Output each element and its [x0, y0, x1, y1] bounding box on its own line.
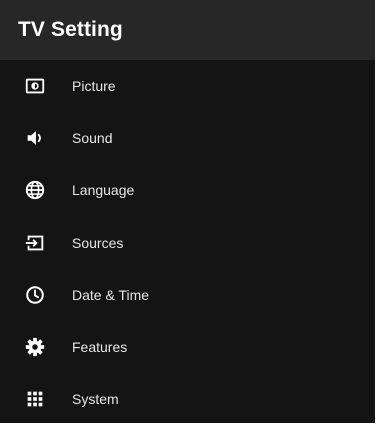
menu-item-label: Date & Time	[72, 287, 150, 303]
speaker-icon	[24, 127, 46, 149]
clock-icon	[24, 284, 46, 306]
grid-icon	[24, 388, 46, 410]
gear-icon	[24, 336, 46, 358]
menu-item-label: System	[72, 391, 119, 407]
menu-item-language[interactable]: Language	[0, 170, 375, 210]
tv-setting-panel: TV Setting Picture Sound Language Source…	[0, 0, 375, 423]
menu-item-sources[interactable]: Sources	[0, 223, 375, 263]
menu-item-sound[interactable]: Sound	[0, 118, 375, 158]
globe-icon	[24, 179, 46, 201]
page-title: TV Setting	[18, 18, 123, 41]
menu-item-system[interactable]: System	[0, 379, 375, 419]
menu-item-date-time[interactable]: Date & Time	[0, 275, 375, 315]
menu-item-label: Picture	[72, 78, 116, 94]
settings-header: TV Setting	[0, 0, 375, 60]
menu-item-label: Language	[72, 182, 135, 198]
menu-item-label: Sound	[72, 130, 113, 146]
menu-item-label: Sources	[72, 235, 124, 251]
menu-item-picture[interactable]: Picture	[0, 66, 375, 106]
settings-menu: Picture Sound Language Sources Date & Ti…	[0, 60, 375, 423]
menu-item-label: Features	[72, 339, 128, 355]
picture-icon	[24, 75, 46, 97]
input-source-icon	[24, 232, 46, 254]
menu-item-features[interactable]: Features	[0, 327, 375, 367]
